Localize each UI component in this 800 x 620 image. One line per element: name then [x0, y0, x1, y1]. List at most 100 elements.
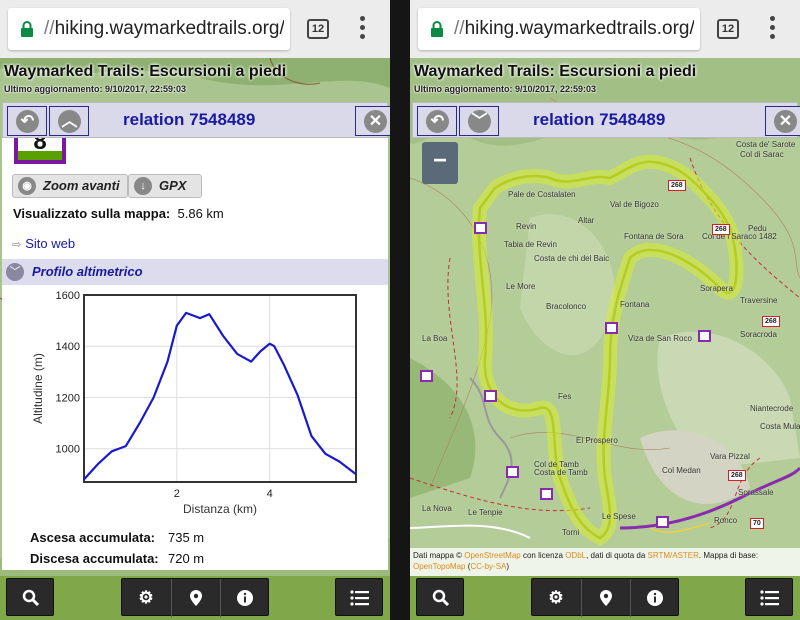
chevron-down-icon: ﹀: [468, 110, 491, 133]
sidebar-header: ↶ ﹀ relation 7548489 ✕: [412, 102, 800, 138]
site-title: Waymarked Trails: Escursioni a piedi: [4, 63, 287, 80]
place-label: Le Spese: [602, 512, 636, 521]
place-label: Costa Mula: [760, 422, 800, 431]
gpx-button[interactable]: ↓ GPX: [128, 174, 202, 198]
road-shield: 268: [712, 224, 730, 235]
menu-dots-icon[interactable]: [360, 16, 366, 42]
place-label: Pedu: [748, 224, 767, 233]
place-label: Fontana de Sora: [624, 232, 684, 241]
road-shield: 268: [762, 316, 780, 327]
place-label: Niantecrode: [750, 404, 794, 413]
close-icon: ✕: [364, 110, 387, 133]
descent-row: Discesa accumulata: 720 m: [30, 551, 205, 566]
sidebar-title: relation 7548489: [123, 110, 256, 129]
route-marker: [506, 466, 519, 478]
place-label: Le More: [506, 282, 536, 291]
osm-link[interactable]: OpenStreetMap: [464, 551, 520, 560]
place-label: Sorapera: [700, 284, 733, 293]
route-symbol: 8: [14, 138, 66, 164]
list-button[interactable]: [335, 578, 383, 616]
tab-count-button[interactable]: 12: [717, 19, 739, 39]
y-tick-label: 1000: [56, 444, 80, 456]
place-label: Le Tenpie: [468, 508, 503, 517]
place-label: Sorassale: [738, 488, 774, 497]
y-tick-label: 1200: [56, 392, 80, 404]
y-tick-label: 1600: [56, 290, 80, 302]
close-button[interactable]: ✕: [355, 106, 390, 136]
address-bar[interactable]: //hiking.waymarkedtrails.org/#: [8, 8, 290, 50]
address-bar[interactable]: //hiking.waymarkedtrails.org/#: [418, 8, 700, 50]
odbl-link[interactable]: ODbL: [565, 551, 586, 560]
zoom-out-button[interactable]: −: [422, 142, 458, 184]
place-label: Torni: [562, 528, 580, 537]
location-button[interactable]: [581, 579, 629, 617]
opentopomap-link[interactable]: OpenTopoMap: [413, 562, 465, 571]
website-link[interactable]: ⇨ Sito web: [12, 236, 75, 251]
list-icon: [336, 579, 384, 617]
place-label: Fontana: [620, 300, 650, 309]
place-label: Tabia de Revin: [504, 240, 557, 249]
info-icon: [236, 590, 253, 606]
place-label: Costa de' Sarote: [736, 140, 796, 149]
place-label: El Prospero: [576, 436, 618, 445]
search-icon: [7, 579, 55, 617]
bottom-toolbar: ⚙: [0, 576, 390, 620]
route-marker: [474, 222, 487, 234]
zoom-in-button[interactable]: ◉ Zoom avanti: [12, 174, 128, 198]
expand-button[interactable]: ﹀: [459, 106, 499, 136]
lock-icon: [21, 21, 33, 37]
search-button[interactable]: [6, 578, 54, 616]
link-arrow-icon: ⇨: [12, 239, 22, 251]
tools-group: ⚙: [121, 578, 269, 617]
route-marker: [540, 488, 553, 500]
sidebar-header: ↶ ︿ relation 7548489 ✕: [2, 102, 390, 138]
back-button[interactable]: ↶: [7, 106, 47, 136]
url-text: //hiking.waymarkedtrails.org/#: [44, 18, 284, 39]
screen-divider: [390, 0, 410, 620]
map-pin-icon: [599, 590, 612, 606]
elevation-chart-svg: 2 4 1000 1200 1400 1600 Distanza (km) Altitudin…: [31, 290, 357, 516]
right-screen: //hiking.waymarkedtrails.org/# 12: [410, 0, 800, 620]
route-details: 8 ◉ Zoom avanti ↓ GPX Visualizzato sulla…: [2, 138, 388, 570]
location-button[interactable]: [171, 579, 219, 617]
route-marker: [484, 390, 497, 402]
close-icon: ✕: [774, 110, 797, 133]
last-updated: Ultimo aggiornamento: 9/10/2017, 22:59:0…: [414, 84, 597, 94]
tools-group: ⚙: [531, 578, 679, 617]
cc-by-sa-link[interactable]: CC-by-SA: [470, 562, 506, 571]
left-screen: //hiking.waymarkedtrails.org/# 12 Waymar…: [0, 0, 390, 620]
search-icon: [417, 579, 465, 617]
place-label: Col di Sarac: [740, 150, 784, 159]
route-marker: [656, 516, 669, 528]
place-label: Fes: [558, 392, 572, 401]
info-icon: [646, 590, 663, 606]
chevron-down-icon: ﹀: [6, 263, 24, 281]
place-label: La Boa: [422, 334, 448, 343]
back-button[interactable]: ↶: [417, 106, 457, 136]
close-button[interactable]: ✕: [765, 106, 800, 136]
x-tick-label: 2: [174, 488, 180, 500]
route-marker: [420, 370, 433, 382]
y-axis-label: Altitudine (m): [31, 353, 45, 424]
settings-button[interactable]: ⚙: [532, 579, 580, 617]
list-button[interactable]: [745, 578, 793, 616]
gear-icon: ⚙: [548, 588, 564, 607]
settings-button[interactable]: ⚙: [122, 579, 170, 617]
srtm-link[interactable]: SRTM/ASTER: [648, 551, 699, 560]
gear-icon: ⚙: [138, 588, 154, 607]
browser-toolbar: //hiking.waymarkedtrails.org/# 12: [410, 0, 800, 58]
search-button[interactable]: [416, 578, 464, 616]
visualized-distance: Visualizzato sulla mappa: 5.86 km: [13, 206, 224, 221]
info-button[interactable]: [630, 579, 678, 617]
collapse-button[interactable]: ︿: [49, 106, 89, 136]
elevation-profile-header[interactable]: ﹀ Profilo altimetrico: [2, 259, 388, 285]
place-label: Ronco: [714, 516, 738, 525]
place-label: Soracroda: [740, 330, 777, 339]
place-label: Vara Pizzal: [710, 452, 750, 461]
place-label: Pale de Costalaten: [508, 190, 576, 199]
tab-count-button[interactable]: 12: [307, 19, 329, 39]
menu-dots-icon[interactable]: [770, 16, 776, 42]
info-button[interactable]: [220, 579, 268, 617]
place-label: Altar: [578, 216, 595, 225]
list-icon: [746, 579, 794, 617]
